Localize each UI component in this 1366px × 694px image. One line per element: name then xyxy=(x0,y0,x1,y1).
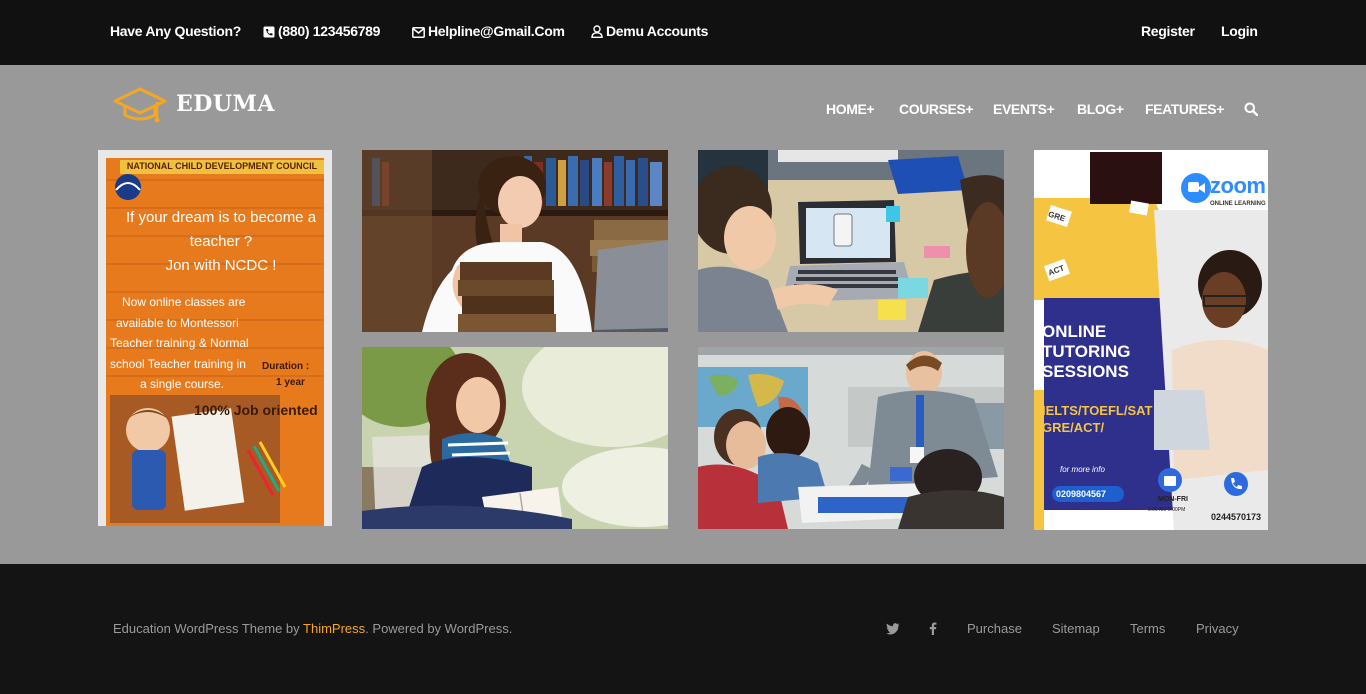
search-icon xyxy=(1244,102,1259,117)
demo-accounts-label: Demu Accounts xyxy=(606,23,709,39)
poster-line-5: available to Montessori xyxy=(116,315,239,330)
phone-number: (880) 123456789 xyxy=(278,23,381,39)
nav-events[interactable]: EVENTS+ xyxy=(993,101,1055,117)
register-link[interactable]: Register xyxy=(1141,23,1195,39)
poster-org: NATIONAL CHILD DEVELOPMENT COUNCIL xyxy=(126,161,318,171)
footer: Education WordPress Theme by ThimPress. … xyxy=(0,564,1366,694)
nav-features[interactable]: FEATURES+ xyxy=(1145,101,1224,117)
poster-hours: 9:00 AM-8:00PM xyxy=(1148,507,1186,513)
online-tutoring-poster[interactable]: zoom ONLINE LEARNING GRE ACT ONLINE TUTO… xyxy=(1034,150,1268,530)
search-button[interactable] xyxy=(1244,102,1259,121)
question-text: Have Any Question? xyxy=(110,23,241,39)
footer-terms[interactable]: Terms xyxy=(1130,621,1165,636)
graduation-cap-icon xyxy=(113,87,167,123)
poster-title-2: TUTORING xyxy=(1042,342,1131,361)
poster-badge: 100% Job oriented xyxy=(194,402,318,418)
photo-student-library[interactable] xyxy=(362,150,668,332)
twitter-link[interactable] xyxy=(886,622,900,640)
footer-credit: Education WordPress Theme by ThimPress. … xyxy=(113,621,512,636)
poster-line-4: Now online classes are xyxy=(122,295,246,309)
nav-courses[interactable]: COURSES+ xyxy=(899,101,974,117)
photo-student-reading[interactable] xyxy=(362,347,668,529)
envelope-icon xyxy=(412,27,425,38)
facebook-link[interactable] xyxy=(929,622,937,640)
footer-privacy[interactable]: Privacy xyxy=(1196,621,1239,636)
nav-blog[interactable]: BLOG+ xyxy=(1077,101,1124,117)
zoom-sub: ONLINE LEARNING xyxy=(1210,201,1266,207)
tests-line-1: IELTS/TOEFL/SAT xyxy=(1042,403,1153,418)
duration-value: 1 year xyxy=(276,377,305,388)
poster-headline: If your dream is to become a teacher ? J… xyxy=(110,206,332,278)
poster-line-6: Teacher training & Normal xyxy=(110,336,249,350)
top-bar: Have Any Question? (880) 123456789 Helpl… xyxy=(0,0,1366,65)
login-link[interactable]: Login xyxy=(1221,23,1258,39)
poster-phone-1: 0209804567 xyxy=(1056,489,1107,499)
ncdc-poster[interactable]: NATIONAL CHILD DEVELOPMENT COUNCIL If yo… xyxy=(98,150,332,526)
email-address: Helpline@Gmail.Com xyxy=(428,23,565,39)
photo-classroom-teacher[interactable] xyxy=(698,347,1004,529)
poster-line-1: If your dream is to become a xyxy=(125,209,317,226)
credit-suffix: . Powered by WordPress. xyxy=(365,621,513,636)
photo-students-laptop-graphic xyxy=(698,150,1004,332)
facebook-icon xyxy=(929,622,937,635)
duration-label: Duration : xyxy=(262,361,310,372)
poster-tests: IELTS/TOEFL/SAT GRE/ACT/ xyxy=(1042,402,1153,436)
email-link[interactable]: Helpline@Gmail.Com xyxy=(412,23,565,39)
demo-accounts-link[interactable]: Demu Accounts xyxy=(591,23,708,39)
credit-prefix: Education WordPress Theme by xyxy=(113,621,304,636)
thimpress-link[interactable]: ThimPress xyxy=(303,621,365,636)
twitter-icon xyxy=(886,623,900,635)
logo-text: EDUMA xyxy=(176,91,275,117)
phone-link[interactable]: (880) 123456789 xyxy=(263,23,380,39)
photo-students-laptop[interactable] xyxy=(698,150,1004,332)
poster-duration: Duration : 1 year xyxy=(262,359,309,391)
poster-title-1: ONLINE xyxy=(1042,322,1107,341)
photo-student-reading-graphic xyxy=(362,347,668,529)
photo-student-library-graphic xyxy=(362,150,668,332)
photo-classroom-teacher-graphic xyxy=(698,347,1004,529)
phone-icon xyxy=(263,26,275,38)
nav-home[interactable]: HOME+ xyxy=(826,101,875,117)
poster-line-3: Jon with NCDC ! xyxy=(165,257,277,274)
footer-sitemap[interactable]: Sitemap xyxy=(1052,621,1100,636)
poster-phone-2: 0244570173 xyxy=(1211,512,1262,522)
poster-title: ONLINE TUTORING SESSIONS xyxy=(1042,322,1130,382)
footer-purchase[interactable]: Purchase xyxy=(967,621,1022,636)
poster-line-2: teacher ? xyxy=(189,233,253,250)
more-info: for more info xyxy=(1060,465,1105,474)
poster-days: MON-FRI xyxy=(1158,496,1188,503)
user-icon xyxy=(591,25,603,38)
poster-title-3: SESSIONS xyxy=(1042,362,1129,381)
tests-line-2: GRE/ACT/ xyxy=(1042,420,1105,435)
zoom-brand: zoom xyxy=(1210,173,1266,198)
hero-gallery-section: EDUMA HOME+ COURSES+ EVENTS+ BLOG+ FEATU… xyxy=(0,65,1366,564)
